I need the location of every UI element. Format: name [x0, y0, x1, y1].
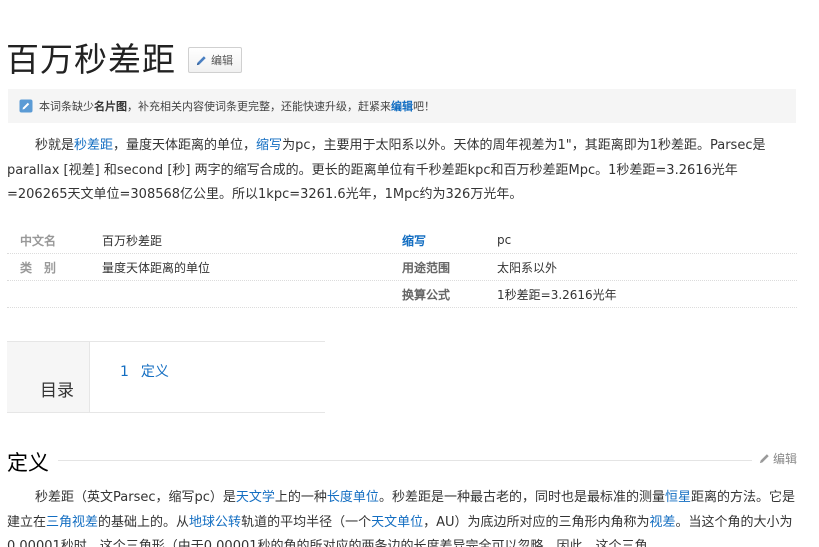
- page: 百万秒差距 编辑 本词条缺少 名片图 ，补充相关内容使词条更完整，还能快速升级，…: [0, 0, 819, 547]
- body-link-earth-orbit[interactable]: 地球公转: [189, 515, 241, 530]
- notice-banner: 本词条缺少 名片图 ，补充相关内容使词条更完整，还能快速升级，赶紧来 编辑 吧！: [8, 89, 796, 123]
- notice-middle: ，补充相关内容使词条更完整，还能快速升级，赶紧来: [127, 100, 391, 113]
- toc-item-definition[interactable]: 1 定义: [120, 361, 169, 381]
- info-value-formula: 1秒差距=3.2616光年: [497, 287, 617, 302]
- info-label-abbr-link[interactable]: 缩写: [402, 232, 497, 249]
- toc-item-number: 1: [120, 364, 129, 380]
- summary-paragraph: 秒就是秒差距，量度天体距离的单位，缩写为pc，主要用于太阳系以外。天体的周年视差…: [7, 134, 797, 208]
- body-link-trig-parallax[interactable]: 三角视差: [46, 515, 98, 530]
- edit-button[interactable]: 编辑: [188, 47, 242, 73]
- pencil-icon: [196, 55, 207, 66]
- body-link-star[interactable]: 恒星: [665, 490, 691, 505]
- table-of-contents: 目录 1 定义: [7, 341, 325, 413]
- summary-link-parsec[interactable]: 秒差距: [74, 138, 113, 153]
- info-value-chinese-name: 百万秒差距: [102, 233, 163, 248]
- toc-item-label: 定义: [140, 364, 169, 380]
- body-text-2: 上的一种: [274, 490, 327, 505]
- pencil-icon: [759, 453, 770, 464]
- info-label-formula: 换算公式: [402, 287, 451, 302]
- info-label-category: 类 别: [20, 260, 57, 275]
- info-value-abbr: pc: [497, 233, 512, 247]
- body-text-3: 。秒差距是一种最古老的，同时也是最标准的测量: [378, 490, 665, 505]
- body-link-au[interactable]: 天文单位: [371, 515, 423, 530]
- body-text-5: 的基础上的。从: [98, 514, 190, 530]
- title-row: 百万秒差距 编辑: [6, 40, 242, 80]
- page-title: 百万秒差距: [6, 40, 176, 79]
- body-link-parallax[interactable]: 视差: [650, 515, 676, 530]
- body-text-1: 秒差距（英文Parsec，缩写pc）是: [35, 490, 236, 505]
- summary-link-abbr[interactable]: 缩写: [256, 138, 282, 153]
- section-divider: [58, 460, 752, 461]
- info-value-scope: 太阳系以外: [497, 260, 558, 275]
- summary: 秒就是秒差距，量度天体距离的单位，缩写为pc，主要用于太阳系以外。天体的周年视差…: [7, 134, 797, 208]
- summary-text-2: ，量度天体距离的单位，: [113, 138, 257, 153]
- edit-button-label: 编辑: [211, 54, 233, 67]
- body-link-astronomy[interactable]: 天文学: [236, 490, 275, 505]
- toc-heading: 目录: [40, 381, 74, 401]
- info-value-category: 量度天体距离的单位: [102, 260, 211, 275]
- body-text-6: 轨道的平均半径（一个: [241, 514, 372, 530]
- section-paragraph: 秒差距（英文Parsec，缩写pc）是天文学上的一种长度单位。秒差距是一种最古老…: [7, 486, 797, 547]
- info-row: 类 别 量度天体距离的单位 用途范围 太阳系以外: [7, 254, 797, 281]
- section-edit-button[interactable]: 编辑: [759, 450, 797, 467]
- info-label-scope: 用途范围: [402, 260, 451, 275]
- summary-text-1: 秒就是: [35, 138, 75, 153]
- body-text-7: ，AU）为底边所对应的三角形内角称为: [423, 514, 650, 530]
- notice-prefix: 本词条缺少: [39, 100, 94, 113]
- body-link-length-unit[interactable]: 长度单位: [327, 490, 379, 505]
- notice-bold: 名片图: [94, 100, 127, 113]
- edit-note-icon: [19, 99, 33, 113]
- basic-info-table: 中文名 百万秒差距 缩写 pc 类 别 量度天体距离的单位 用途范围 太阳系以外…: [7, 227, 797, 308]
- section-edit-label: 编辑: [772, 452, 797, 466]
- section-body: 秒差距（英文Parsec，缩写pc）是天文学上的一种长度单位。秒差距是一种最古老…: [7, 486, 797, 547]
- toc-heading-box: 目录: [7, 342, 90, 412]
- info-row: 中文名 百万秒差距 缩写 pc: [7, 227, 797, 254]
- section-title: 定义: [7, 451, 49, 475]
- info-row: 换算公式 1秒差距=3.2616光年: [7, 281, 797, 308]
- notice-edit-link[interactable]: 编辑: [391, 98, 413, 114]
- info-label-chinese-name: 中文名: [20, 233, 57, 248]
- notice-suffix: 吧！: [413, 100, 435, 113]
